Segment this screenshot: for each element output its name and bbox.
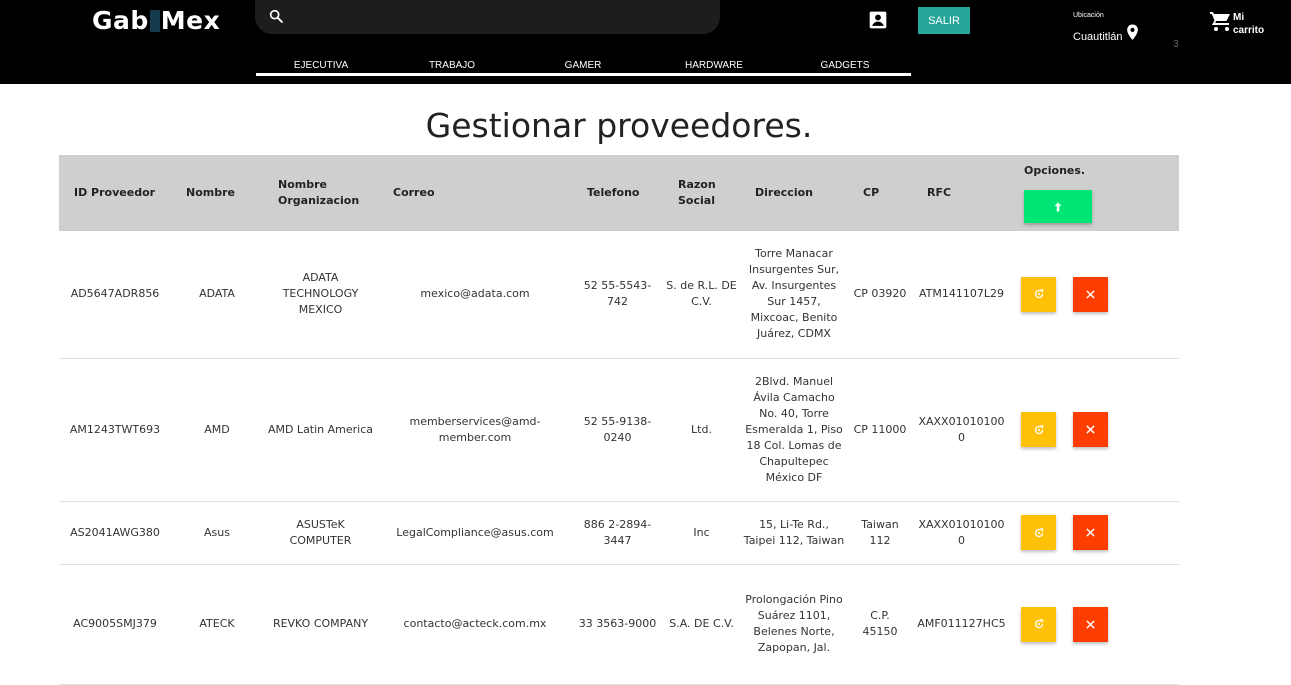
nav-item-ejecutiva[interactable]: EJECUTIVA (294, 60, 348, 71)
category-nav: EJECUTIVA TRABAJO GAMER HARDWARE GADGETS (256, 58, 911, 76)
table-row: AD5647ADR856 ADATA ADATA TECHNOLOGY MEXICO… (59, 231, 1179, 359)
table-cell: ADATA TECHNOLOGY MEXICO (263, 231, 378, 359)
table-cell: LegalCompliance@asus.com (378, 501, 572, 565)
nav-item-gamer[interactable]: GAMER (565, 60, 602, 71)
row-actions (1011, 501, 1179, 565)
table-cell: Taiwan 112 (848, 501, 912, 565)
cart-count: 3 (1173, 39, 1179, 50)
row-actions (1011, 231, 1179, 359)
nav-item-gadgets[interactable]: GADGETS (821, 60, 870, 71)
delete-provider-button[interactable] (1073, 515, 1108, 550)
table-cell: memberservices@amd-member.com (378, 358, 572, 502)
close-icon (1086, 290, 1095, 299)
edit-provider-button[interactable] (1021, 606, 1056, 642)
table-row: AC9005SMJ379 ATECK REVKO COMPANY contacto@a… (59, 564, 1179, 685)
edit-icon (1034, 424, 1043, 434)
row-actions (1011, 358, 1179, 502)
table-cell: AMD (171, 358, 263, 502)
column-header: Nombre Organizacion (263, 155, 378, 231)
providers-table-container: ID Proveedor Nombre Nombre Organizacion … (59, 155, 1179, 685)
location-pin-icon[interactable] (1126, 24, 1139, 41)
table-cell: S.A. DE C.V. (663, 564, 740, 685)
table-cell: 52 55-5543-742 (572, 231, 663, 359)
column-header: Direccion (740, 155, 848, 231)
account-box-icon[interactable] (868, 10, 888, 30)
table-cell: ADATA (171, 231, 263, 359)
logo-text-left: Gab (92, 6, 149, 35)
column-header: Telefono (572, 155, 663, 231)
edit-icon (1034, 619, 1043, 629)
delete-provider-button[interactable] (1073, 606, 1108, 642)
table-cell: 2Blvd. Manuel Ávila Camacho No. 40, Torr… (740, 358, 848, 502)
table-cell: S. de R.L. DE C.V. (663, 231, 740, 359)
cart-label[interactable]: Mi carrito (1233, 11, 1273, 37)
table-cell: ATM141107L29 (912, 231, 1011, 359)
table-header-row: ID Proveedor Nombre Nombre Organizacion … (59, 155, 1179, 231)
column-header: CP (848, 155, 912, 231)
brand-logo[interactable]: Gab Mex (92, 6, 220, 35)
table-cell: XAXX010101000 (912, 358, 1011, 502)
delete-provider-button[interactable] (1073, 412, 1108, 447)
logo-mark (149, 10, 160, 32)
row-actions (1011, 564, 1179, 685)
table-cell: ASUSTeK COMPUTER (263, 501, 378, 565)
table-cell: AMF011127HC5 (912, 564, 1011, 685)
search-input[interactable] (292, 6, 702, 28)
table-cell: Inc (663, 501, 740, 565)
table-cell: contacto@acteck.com.mx (378, 564, 572, 685)
search-icon[interactable] (268, 8, 284, 24)
table-cell: AC9005SMJ379 (59, 564, 171, 685)
top-header: Gab Mex SALIR Ubicación Cuautitlán 3 Mi c… (0, 0, 1291, 84)
column-header: RFC (912, 155, 1011, 231)
table-cell: C.P. 45150 (848, 564, 912, 685)
column-header: Correo (378, 155, 572, 231)
table-cell: XAXX010101000 (912, 501, 1011, 565)
table-cell: Asus (171, 501, 263, 565)
table-cell: 15, Li-Te Rd., Taipei 112, Taiwan (740, 501, 848, 565)
table-cell: REVKO COMPANY (263, 564, 378, 685)
edit-icon (1034, 527, 1043, 537)
table-cell: AMD Latin America (263, 358, 378, 502)
edit-provider-button[interactable] (1021, 412, 1056, 447)
delete-provider-button[interactable] (1073, 276, 1108, 312)
close-icon (1086, 528, 1095, 537)
page-title: Gestionar proveedores. (425, 106, 813, 145)
column-header: ID Proveedor (59, 155, 171, 231)
table-cell: AM1243TWT693 (59, 358, 171, 502)
providers-table: ID Proveedor Nombre Nombre Organizacion … (59, 155, 1179, 685)
table-cell: mexico@adata.com (378, 231, 572, 359)
edit-provider-button[interactable] (1021, 515, 1056, 550)
edit-provider-button[interactable] (1021, 276, 1056, 312)
table-cell: 33 3563-9000 (572, 564, 663, 685)
location-label: Ubicación (1073, 12, 1104, 19)
nav-item-trabajo[interactable]: TRABAJO (429, 60, 475, 71)
table-cell: AD5647ADR856 (59, 231, 171, 359)
table-cell: CP 11000 (848, 358, 912, 502)
options-header: Opciones. (1011, 155, 1179, 231)
table-cell: AS2041AWG380 (59, 501, 171, 565)
table-row: AS2041AWG380 Asus ASUSTeK COMPUTER LegalCom… (59, 501, 1179, 565)
table-cell: ATECK (171, 564, 263, 685)
table-cell: Torre Manacar Insurgentes Sur, Av. Insur… (740, 231, 848, 359)
table-cell: Ltd. (663, 358, 740, 502)
table-row: AM1243TWT693 AMD AMD Latin America memberse… (59, 358, 1179, 502)
table-cell: Prolongación Pino Suárez 1101, Belenes N… (740, 564, 848, 685)
column-header: Razon Social (663, 155, 740, 231)
table-cell: 52 55-9138-0240 (572, 358, 663, 502)
column-header: Opciones. (1024, 164, 1086, 177)
add-provider-button[interactable] (1024, 190, 1092, 223)
column-header: Nombre (171, 155, 263, 231)
location-value[interactable]: Cuautitlán (1073, 31, 1123, 43)
shopping-cart-icon[interactable] (1209, 10, 1233, 32)
nav-item-hardware[interactable]: HARDWARE (685, 60, 743, 71)
close-icon (1086, 425, 1095, 434)
table-cell: 886 2-2894-3447 (572, 501, 663, 565)
logo-text-right: Mex (160, 6, 221, 35)
arrow-up-icon (1054, 202, 1062, 211)
edit-icon (1034, 289, 1043, 299)
exit-button[interactable]: SALIR (918, 7, 970, 34)
table-cell: CP 03920 (848, 231, 912, 359)
close-icon (1086, 619, 1095, 629)
